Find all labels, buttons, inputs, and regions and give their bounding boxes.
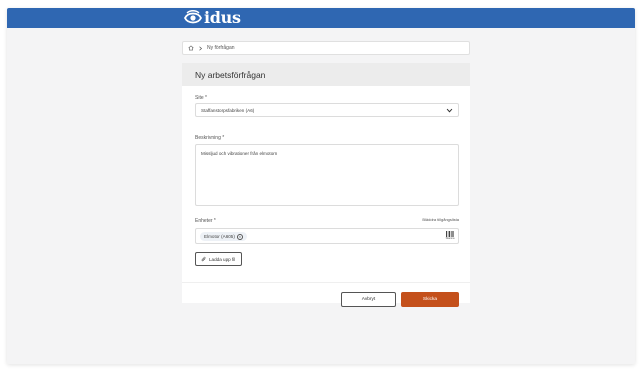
top-bar: idus	[7, 8, 635, 28]
brand-name: idus	[204, 8, 241, 27]
cancel-button[interactable]: Avbryt	[341, 292, 396, 307]
description-field[interactable]: Missljud och vibrationer från elmotorn	[195, 144, 459, 206]
paperclip-icon	[201, 256, 206, 262]
description-value: Missljud och vibrationer från elmotorn	[201, 151, 278, 156]
scan-button[interactable]: Skanna	[445, 231, 455, 242]
site-label: Site *	[195, 95, 207, 101]
site-select[interactable]: Staffanstorpsfabriken (A6)	[195, 103, 459, 117]
home-icon[interactable]	[188, 45, 194, 51]
units-label: Enheter *	[195, 218, 216, 224]
scan-label: Skanna	[445, 237, 455, 240]
brand-logo[interactable]: idus	[183, 9, 241, 26]
description-label: Beskrivning *	[195, 135, 225, 141]
chevron-right-icon	[199, 45, 203, 51]
upload-label: Ladda upp fil	[209, 256, 236, 262]
browse-assets-link[interactable]: Bläddra tillgångslista	[422, 217, 459, 222]
footer-divider	[182, 282, 470, 283]
close-circle-icon[interactable]: ×	[236, 233, 243, 240]
upload-file-button[interactable]: Ladda upp fil	[195, 252, 242, 266]
breadcrumb: Ny förfrågan	[182, 41, 470, 55]
site-value: Staffanstorpsfabriken (A6)	[201, 107, 255, 113]
unit-chip: Elmotor (A605) ×	[200, 232, 247, 241]
breadcrumb-current: Ny förfrågan	[207, 45, 235, 51]
request-form-card: Ny arbetsförfrågan Site * Staffanstorpsf…	[182, 63, 470, 307]
submit-button[interactable]: Skicka	[401, 292, 459, 307]
form-title: Ny arbetsförfrågan	[195, 69, 266, 80]
chevron-down-icon	[446, 108, 453, 113]
app-window: idus Ny förfrågan Ny arbetsförfrågan Sit…	[7, 8, 635, 364]
units-field[interactable]: Elmotor (A605) × Skanna	[195, 228, 459, 244]
eye-logo-icon	[183, 10, 203, 24]
unit-chip-label: Elmotor (A605)	[204, 234, 235, 239]
form-header: Ny arbetsförfrågan	[182, 63, 470, 86]
